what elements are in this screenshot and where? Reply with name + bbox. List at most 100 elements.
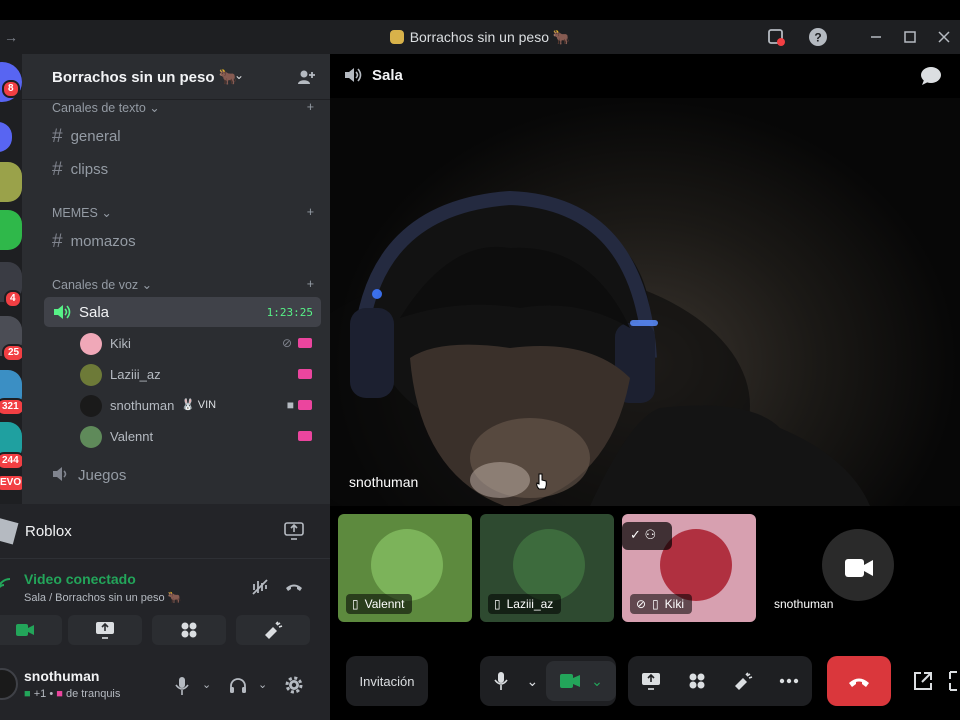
more-button[interactable] [769,661,809,701]
server-icon[interactable] [0,162,22,202]
participant-name: snothuman [774,597,834,611]
chevron-down-icon[interactable]: ⌄ [234,68,244,82]
inbox-icon[interactable] [766,27,786,47]
media-controls: ⌄ ⌄ [480,656,616,706]
hangup-icon [849,678,869,687]
voice-member[interactable]: Valennt [80,424,320,450]
camera-button[interactable] [0,615,62,645]
connection-status[interactable]: Video conectado [24,571,136,587]
category-text-channels[interactable]: Canales de texto ⌄ + [52,100,314,115]
voice-member[interactable]: Kiki ⊘ [80,331,320,357]
close-icon[interactable] [934,27,954,47]
channel-clipss[interactable]: # clipss [52,159,108,181]
server-header[interactable]: Borrachos sin un peso 🐂 ⌄ [22,54,330,100]
help-icon[interactable]: ? [808,27,828,47]
channel-momazos[interactable]: # momazos [52,231,136,253]
screen-share-button[interactable] [631,661,671,701]
invite-label: Invitación [359,673,415,689]
camera-off-icon: ⊘ [281,336,292,350]
roblox-icon [0,517,19,545]
invite-button[interactable]: Invitación [346,656,428,706]
mic-icon[interactable] [174,676,190,696]
chevron-down-icon[interactable]: ⌄ [591,673,603,690]
chevron-down-icon[interactable]: ⌄ [202,678,211,691]
channel-general[interactable]: # general [52,126,121,148]
category-voice-channels[interactable]: Canales de voz ⌄ + [52,277,314,292]
gamepad-icon: ■ [24,688,31,700]
fullscreen-icon[interactable] [948,670,960,692]
voice-member[interactable]: snothuman 🐰 VIN ■ [80,393,320,419]
unread-badge: 8 [2,80,20,98]
tile-options[interactable]: ✓ ⚇ [622,522,672,550]
member-name: Kiki [110,336,131,351]
live-stream-icon [298,431,312,441]
mic-button[interactable] [480,661,523,701]
camera-button[interactable]: ⌄ [546,661,616,701]
live-stream-icon [298,338,312,348]
avatar [80,395,102,417]
gear-icon[interactable] [284,675,304,695]
speaker-icon [345,68,362,82]
category-label: MEMES [52,206,98,220]
channel-label: clipss [70,161,109,178]
voice-member[interactable]: Laziii_az [80,362,320,388]
participant-tiles: ▯ Valennt ▯ Laziii_az ✓ ⚇ ⊘ ▯ Kiki snothuman [330,512,960,624]
add-channel-icon[interactable]: + [307,277,314,292]
camera-icon [845,559,873,577]
screen-share-icon [96,622,114,639]
screen-share-icon[interactable] [284,522,304,540]
participant-name: Valennt [364,597,405,611]
participant-tile[interactable]: ▯ Laziii_az [480,514,614,622]
maximize-icon[interactable] [900,27,920,47]
add-channel-icon[interactable]: + [307,100,314,115]
hash-icon: # [52,126,63,147]
user-status[interactable]: ■ +1 • ■ de tranquis [24,688,120,700]
server-name: Borrachos sin un peso 🐂 [52,68,238,86]
webcam-video-feed [330,190,870,506]
noise-suppression-icon[interactable] [250,577,270,597]
voice-channel-label: Sala [79,304,110,321]
voice-channel-sala[interactable]: Sala 1:23:25 [44,297,321,327]
server-icon[interactable] [0,210,22,250]
camera-icon [16,624,34,636]
soundboard-icon [735,672,753,690]
camera-icon: ■ [286,398,294,412]
participant-tile[interactable]: ▯ Valennt [338,514,472,622]
add-friend-icon[interactable] [296,67,316,87]
focused-participant-name: snothuman [349,474,419,490]
soundboard-button[interactable] [236,615,310,645]
soundboard-button[interactable] [723,661,763,701]
chat-icon[interactable] [920,66,942,86]
screen-share-icon [642,673,660,690]
chevron-down-icon[interactable]: ⌄ [258,678,267,691]
video-call-area: Sala snothuman ▯ Valennt ▯ Laziii_az ✓ ⚇… [330,54,960,720]
participant-tile[interactable]: snothuman [766,514,960,622]
participant-label: ▯ Laziii_az [488,594,562,614]
member-name: Laziii_az [110,367,161,382]
participant-tile[interactable]: ✓ ⚇ ⊘ ▯ Kiki [622,514,756,622]
activities-icon [689,673,705,689]
share-controls [628,656,812,706]
unread-badge: 321 [0,398,22,416]
user-name[interactable]: snothuman [24,668,99,684]
category-memes[interactable]: MEMES ⌄ + [52,205,314,220]
server-icon[interactable] [0,122,12,152]
disconnect-icon[interactable] [284,579,304,595]
minimize-icon[interactable] [866,27,886,47]
hangup-button[interactable] [827,656,891,706]
add-channel-icon[interactable]: + [307,205,314,220]
avatar[interactable] [0,668,18,700]
popout-icon[interactable] [912,670,934,692]
screen-share-button[interactable] [68,615,142,645]
window-title-text: Borrachos sin un peso 🐂 [409,29,571,45]
headset-icon[interactable] [228,676,248,696]
voice-connection-panel: Video conectado Sala / Borrachos sin un … [0,558,330,654]
voice-channel-juegos[interactable]: Juegos [52,466,126,484]
activities-button[interactable] [677,661,717,701]
mic-options-chevron-icon[interactable]: ⌄ [523,661,542,701]
focused-video[interactable]: snothuman [330,98,960,506]
activities-button[interactable] [152,615,226,645]
mobile-icon: ▯ [652,597,659,611]
signal-icon[interactable] [0,577,12,593]
connection-location[interactable]: Sala / Borrachos sin un peso 🐂 [24,591,181,604]
